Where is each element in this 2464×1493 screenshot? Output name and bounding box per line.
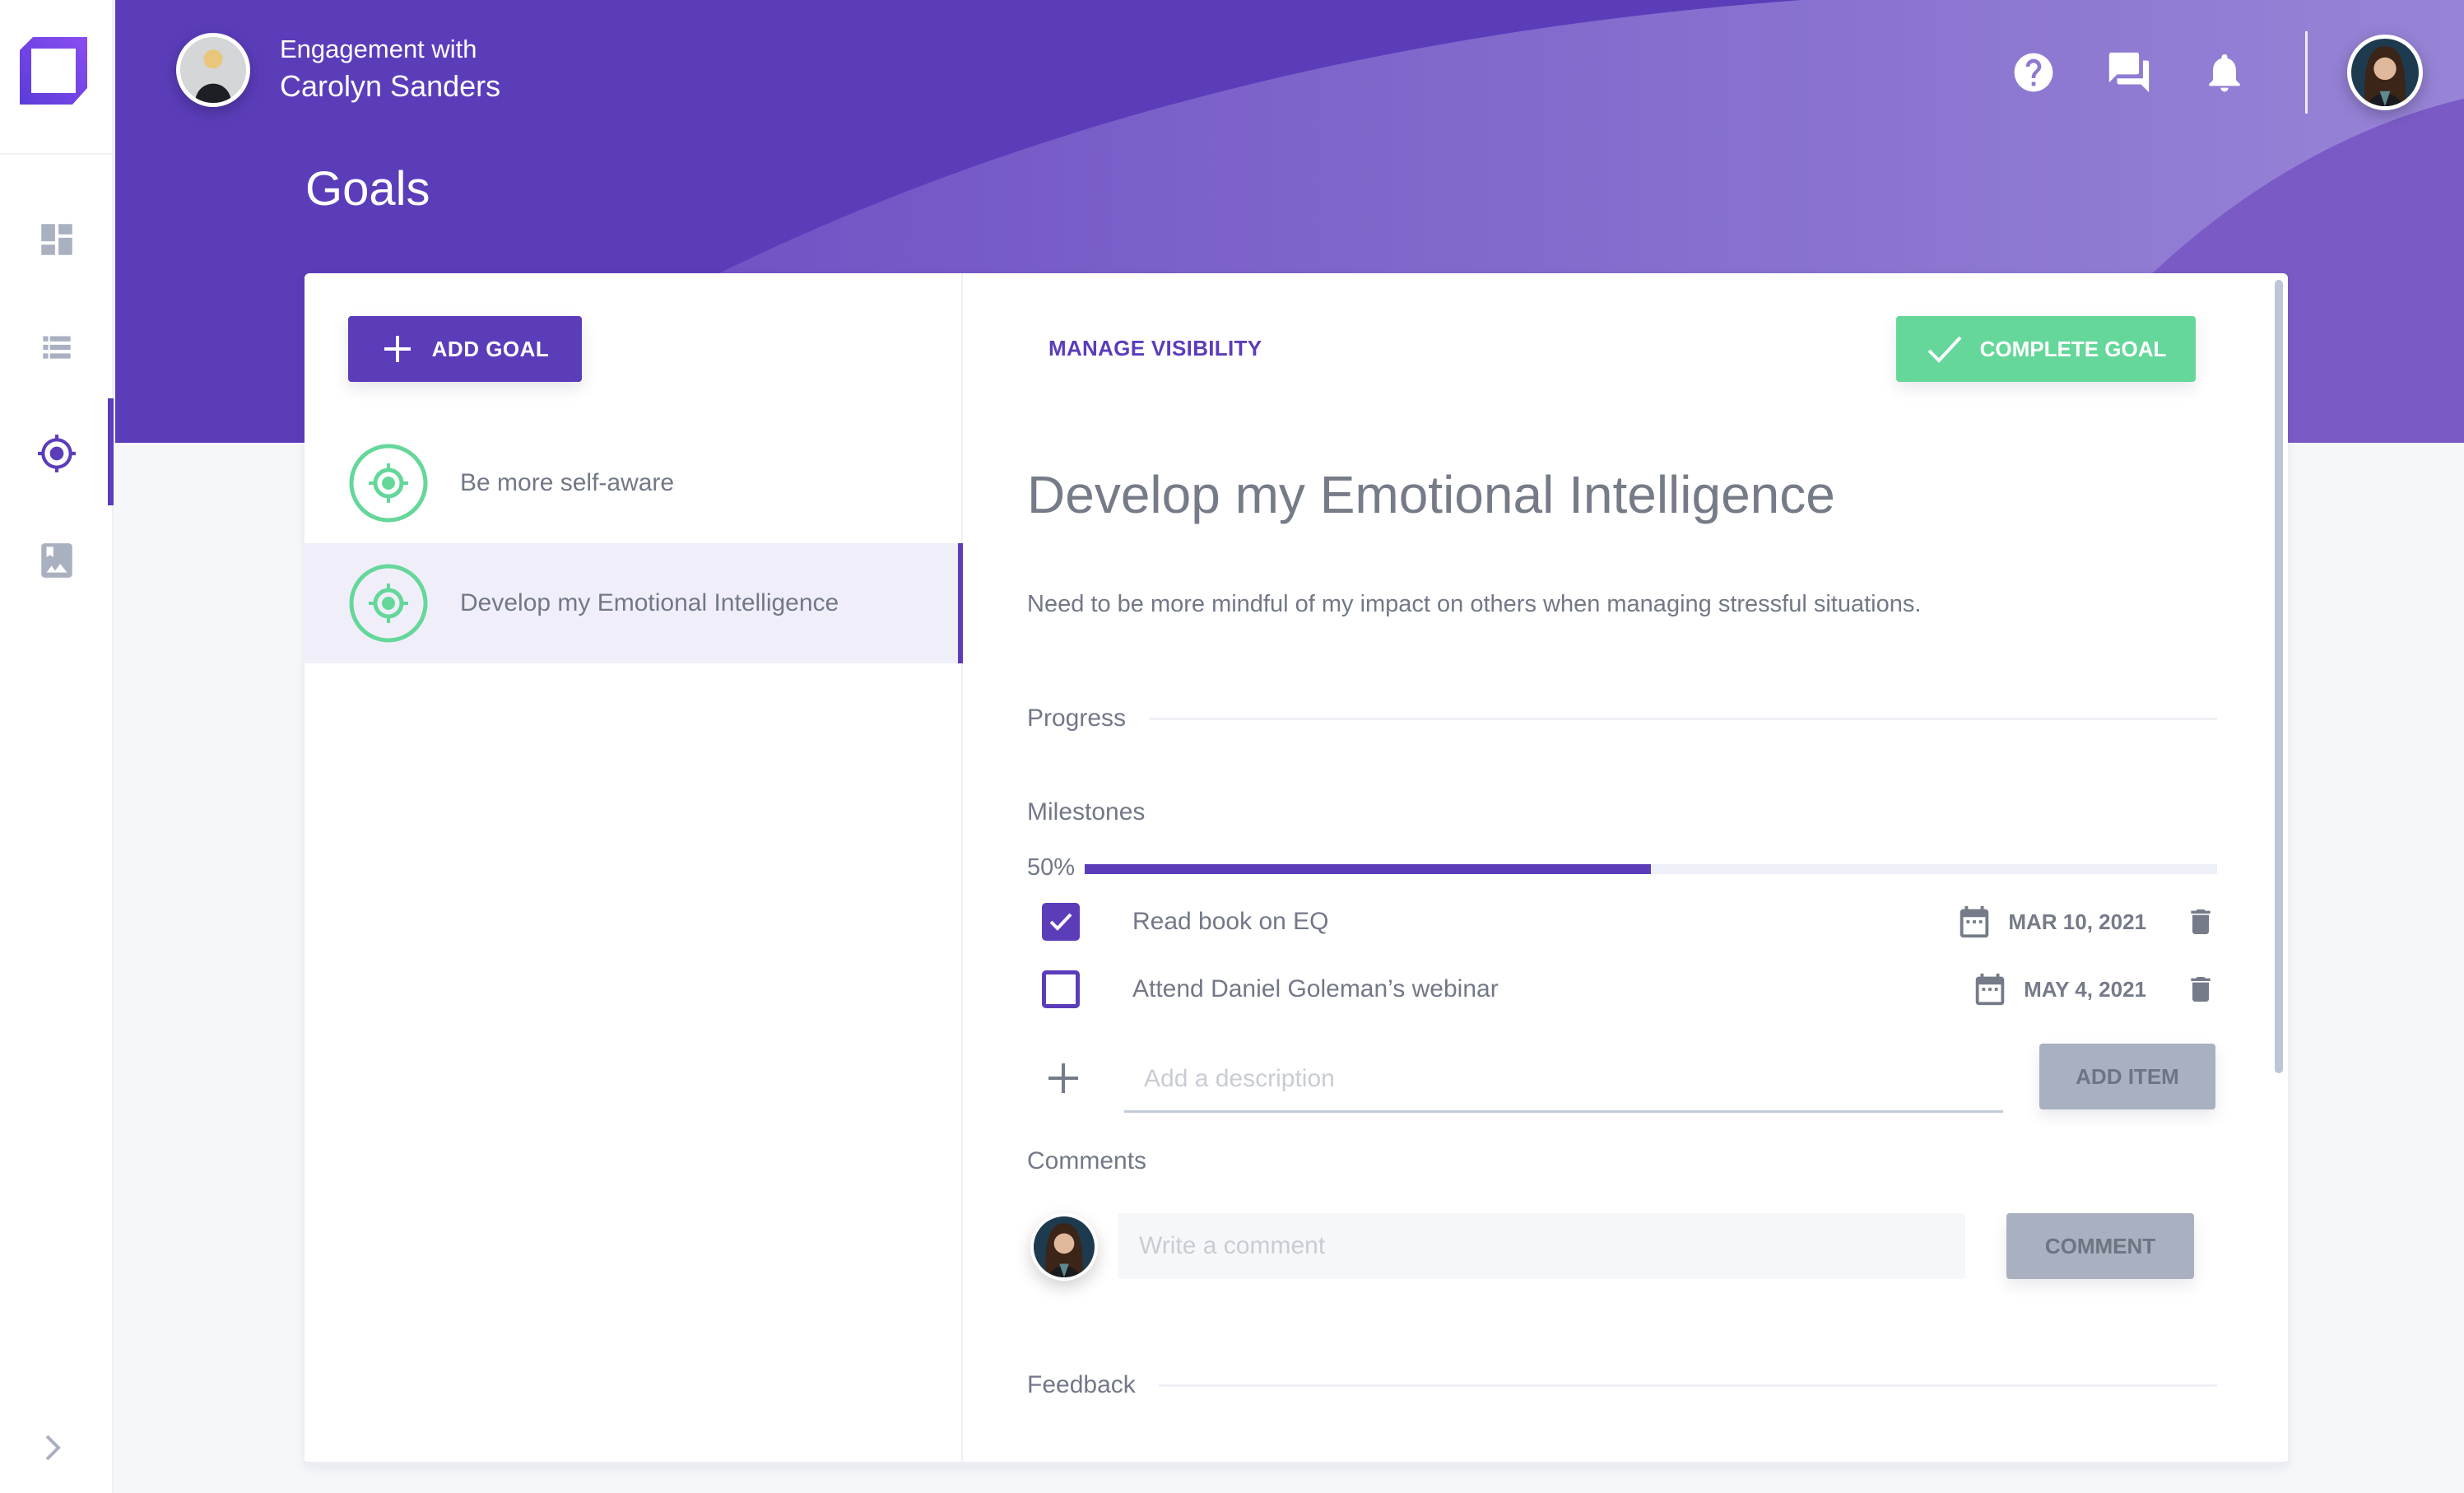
milestones-section-header: Milestones [1027, 798, 2217, 826]
milestone-row: Attend Daniel Goleman’s webinar MAY 4, 2… [1027, 965, 2217, 1014]
chat-icon [2108, 52, 2150, 93]
goal-list-item-label: Develop my Emotional Intelligence [460, 589, 839, 616]
add-goal-label: ADD GOAL [431, 336, 550, 361]
milestone-checkbox-unchecked[interactable] [1042, 970, 1080, 1008]
milestone-date-text: MAR 10, 2021 [2008, 909, 2146, 934]
feedback-heading: Feedback [1027, 1371, 1136, 1398]
feedback-section-header: Feedback [1027, 1371, 2217, 1399]
sidebar [0, 0, 114, 1493]
add-milestone-plus-icon[interactable] [1045, 1060, 1081, 1096]
add-goal-button[interactable]: ADD GOAL [348, 316, 582, 382]
milestone-date-text: MAY 4, 2021 [2024, 976, 2146, 1002]
sidebar-item-library[interactable] [0, 515, 114, 606]
milestone-description-input[interactable] [1124, 1047, 2003, 1113]
milestone-due-date[interactable]: MAY 4, 2021 [1971, 969, 2146, 1010]
progress-bar-fill [1085, 864, 1651, 874]
app-logo[interactable] [20, 37, 87, 105]
messages-button[interactable] [2104, 48, 2154, 97]
manage-visibility-button[interactable]: MANAGE VISIBILITY [1048, 336, 1262, 361]
sidebar-expand-button[interactable] [37, 1428, 70, 1467]
milestone-label: Read book on EQ [1132, 908, 1329, 935]
detail-scrollbar[interactable] [2275, 280, 2283, 1073]
goal-target-icon [349, 444, 428, 523]
engagement-client-name: Carolyn Sanders [280, 69, 501, 103]
library-icon [41, 543, 72, 578]
notifications-button[interactable] [2200, 48, 2249, 97]
milestones-progress-percent: 50% [1027, 854, 1076, 881]
progress-section-header: Progress [1027, 705, 2217, 733]
calendar-icon [1960, 905, 1989, 938]
goals-list-panel: ADD GOAL Be more self-aware Develop my E… [305, 273, 963, 1462]
client-avatar[interactable] [176, 33, 250, 107]
delete-icon[interactable] [2184, 901, 2217, 942]
plus-icon [384, 336, 411, 362]
engagement-label: Engagement with [280, 35, 477, 63]
goals-card: ADD GOAL Be more self-aware Develop my E… [305, 273, 2288, 1465]
comments-section-header: Comments [1027, 1147, 2217, 1175]
section-divider [1158, 1384, 2217, 1387]
goal-list-item-active[interactable]: Develop my Emotional Intelligence [305, 543, 963, 663]
help-button[interactable] [2009, 48, 2058, 97]
section-divider [1149, 717, 2217, 720]
complete-goal-button[interactable]: COMPLETE GOAL [1896, 316, 2196, 382]
page-title: Goals [305, 162, 430, 216]
calendar-icon [1975, 973, 2005, 1006]
notifications-icon [2209, 53, 2240, 92]
milestones-progress-bar [1085, 864, 2217, 874]
comment-user-avatar [1030, 1213, 1098, 1281]
help-icon [2014, 53, 2053, 92]
milestone-row: Read book on EQ MAR 10, 2021 [1027, 897, 2217, 946]
progress-heading: Progress [1027, 705, 1127, 732]
header-actions [2009, 31, 2423, 114]
sidebar-item-list[interactable] [0, 301, 114, 392]
goal-description: Need to be more mindful of my impact on … [1027, 591, 1922, 617]
checkmark-icon [1927, 336, 1962, 363]
list-icon [43, 336, 71, 359]
engagement-info: Engagement with Carolyn Sanders [176, 33, 500, 107]
delete-icon[interactable] [2184, 969, 2217, 1010]
milestone-label: Attend Daniel Goleman’s webinar [1132, 975, 1499, 1002]
comment-button[interactable]: COMMENT [2006, 1213, 2194, 1279]
milestones-heading: Milestones [1027, 798, 1146, 826]
header-divider [2305, 31, 2308, 114]
comment-input[interactable] [1118, 1213, 1965, 1279]
comments-heading: Comments [1027, 1147, 1147, 1174]
goal-detail-panel: MANAGE VISIBILITY COMPLETE GOAL Develop … [963, 273, 2288, 1462]
milestone-checkbox-checked[interactable] [1042, 903, 1080, 941]
complete-goal-label: COMPLETE GOAL [1979, 336, 2167, 361]
sidebar-item-dashboard[interactable] [0, 194, 114, 285]
goal-list-item[interactable]: Be more self-aware [305, 423, 963, 543]
chevron-right-icon [45, 1435, 61, 1461]
goals-target-icon [38, 435, 76, 472]
user-avatar[interactable] [2347, 35, 2423, 110]
sidebar-item-goals[interactable] [0, 398, 114, 505]
check-icon [1049, 913, 1072, 931]
dashboard-icon [41, 224, 72, 255]
add-item-button[interactable]: ADD ITEM [2039, 1044, 2215, 1109]
milestone-due-date[interactable]: MAR 10, 2021 [1955, 901, 2146, 942]
goal-target-icon [349, 564, 428, 643]
goal-list-item-label: Be more self-aware [460, 469, 675, 496]
sidebar-divider [0, 153, 114, 155]
goal-title: Develop my Emotional Intelligence [1027, 465, 1835, 524]
